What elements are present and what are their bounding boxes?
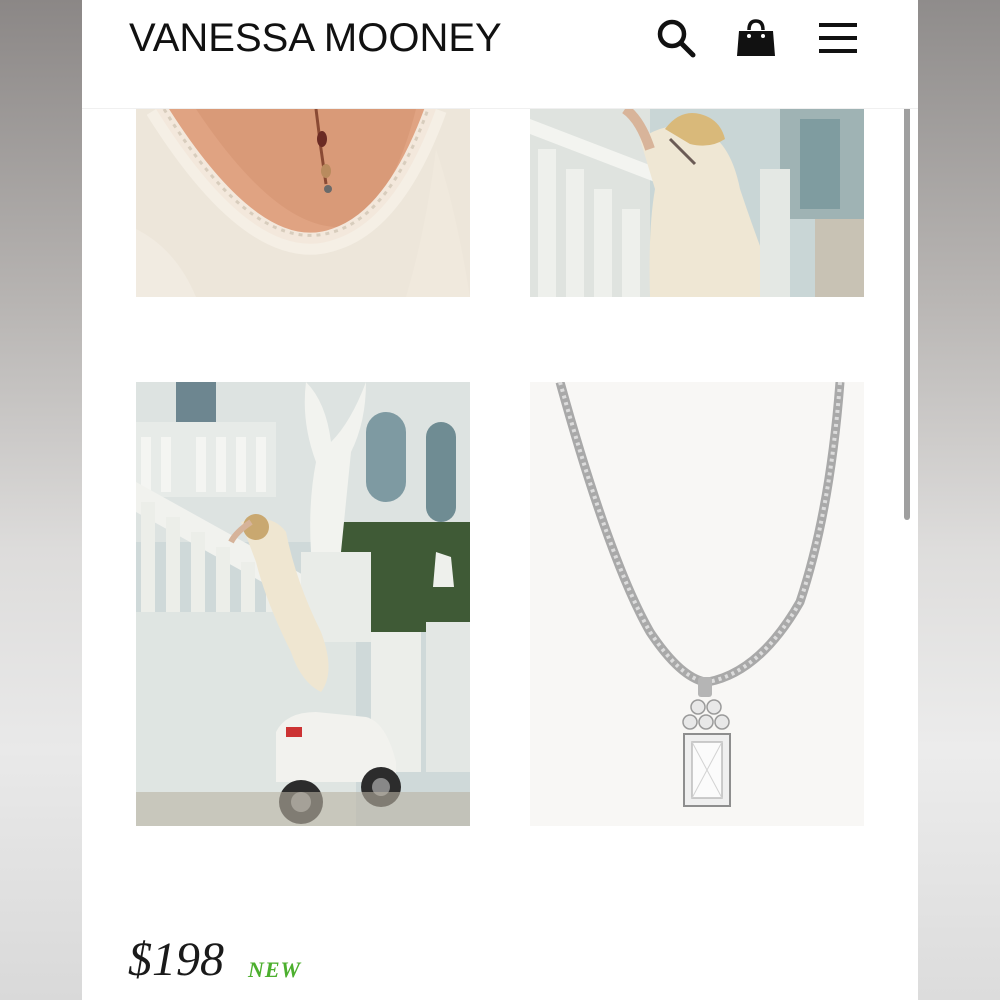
background-blur-left — [0, 0, 82, 1000]
new-badge: NEW — [248, 957, 302, 982]
brand-logo[interactable]: VANESSA MOONEY — [129, 16, 502, 61]
phone-screen: VANESSA MOONEY $198 NEW — [82, 0, 918, 1000]
shopping-bag-icon[interactable] — [734, 16, 778, 60]
search-icon[interactable] — [654, 16, 698, 60]
angel-statue-scooter-photo[interactable] — [136, 382, 470, 826]
site-header: VANESSA MOONEY — [82, 0, 918, 109]
background-blur-right — [918, 0, 1000, 1000]
scrollbar[interactable] — [904, 72, 910, 520]
silver-pendant-necklace-product-photo[interactable] — [530, 382, 864, 826]
lace-back-necklace-photo[interactable] — [136, 109, 470, 297]
hamburger-menu-icon[interactable] — [816, 16, 860, 60]
product-price: $198 — [128, 933, 224, 986]
balustrade-slip-dress-photo[interactable] — [530, 109, 864, 297]
